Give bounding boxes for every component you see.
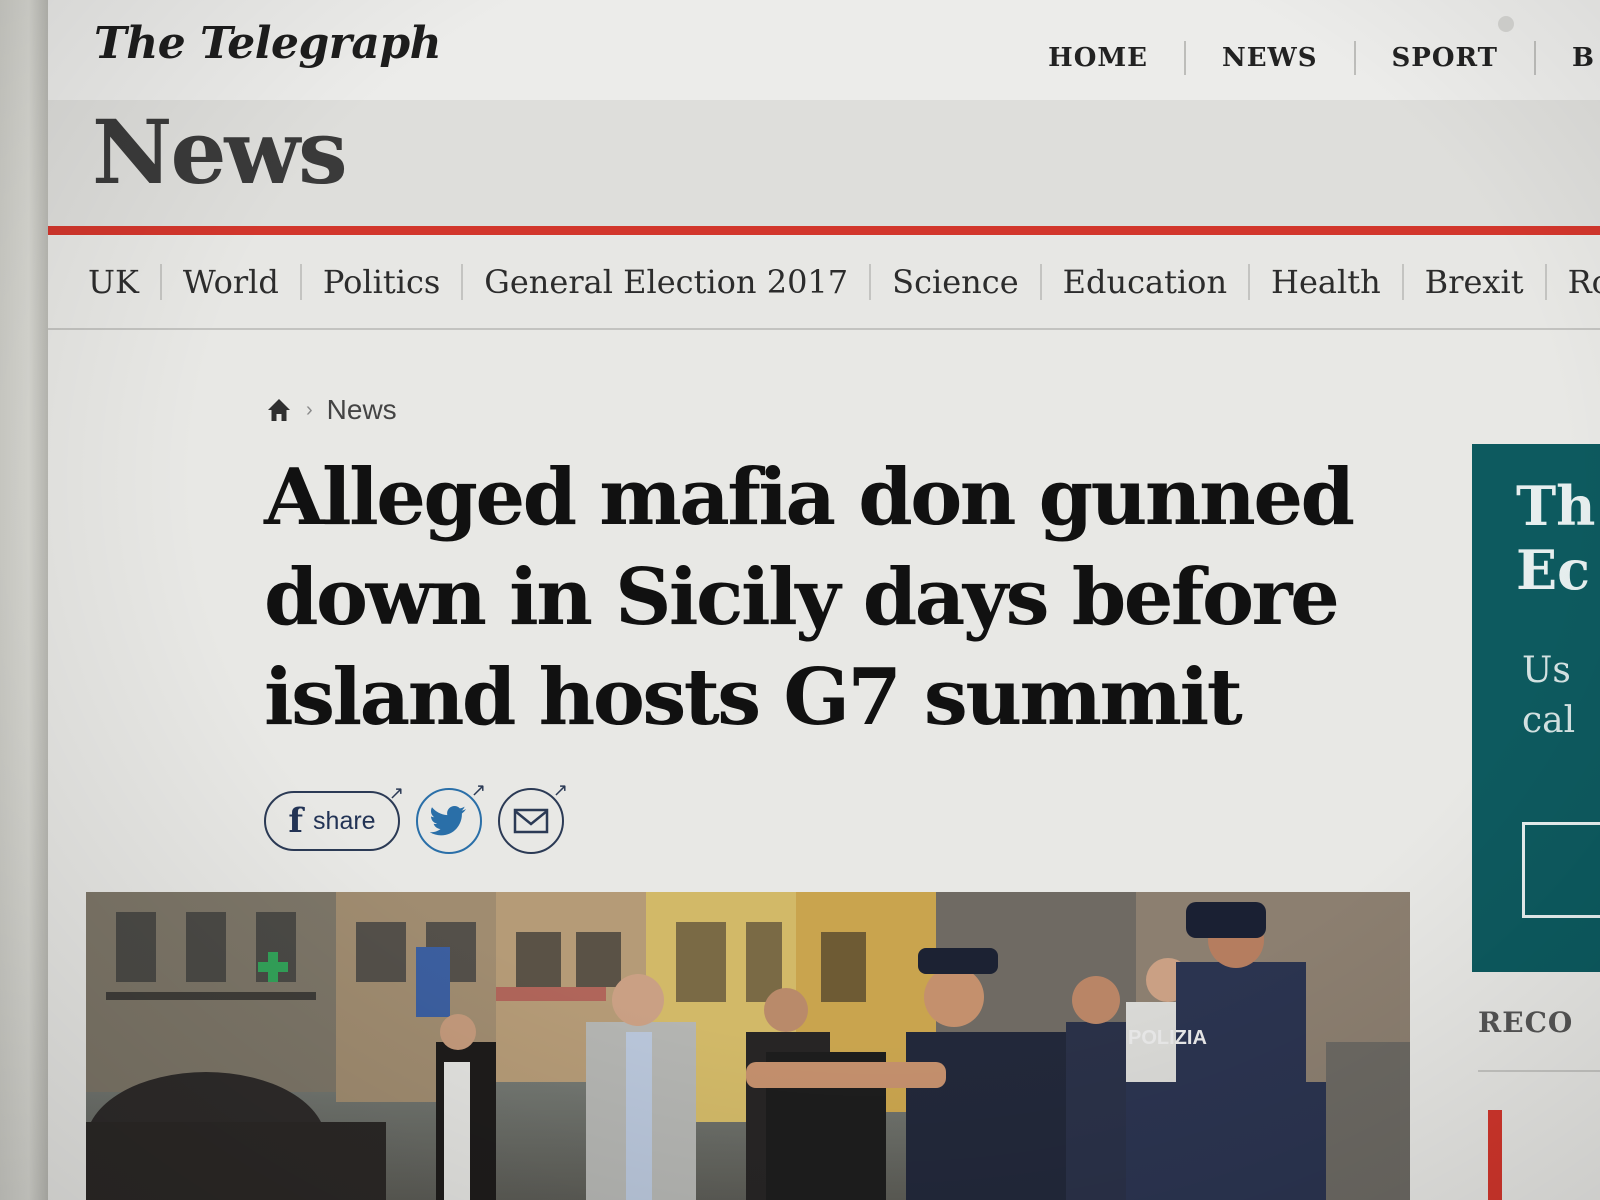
subnav-item-health[interactable]: Health <box>1250 264 1404 300</box>
external-link-icon: ↗ <box>552 780 568 800</box>
external-link-icon: ↗ <box>388 783 404 803</box>
nav-business[interactable]: B <box>1536 41 1600 75</box>
section-title[interactable]: News <box>92 100 348 204</box>
promo-text: Us cal <box>1522 646 1575 746</box>
promo-panel: Th Ec Us cal <box>1472 444 1600 972</box>
promo-title-line-1: Th <box>1516 474 1596 538</box>
monitor-bezel <box>0 0 48 1200</box>
subnav-item-uk[interactable]: UK <box>88 264 162 300</box>
masthead: The Telegraph HOME NEWS SPORT B <box>48 0 1600 100</box>
twitter-icon <box>430 806 466 836</box>
home-icon[interactable] <box>266 397 292 423</box>
facebook-share-button[interactable]: f share ↗ <box>264 783 404 851</box>
subnav-item-brexit[interactable]: Brexit <box>1404 264 1547 300</box>
breadcrumb-news-link[interactable]: News <box>327 394 397 426</box>
share-buttons: f share ↗ ↗ ↗ <box>264 780 568 854</box>
nav-home[interactable]: HOME <box>1012 41 1186 75</box>
section-subnav: UK World Politics General Election 2017 … <box>48 236 1600 330</box>
subnav-item-general-election-2017[interactable]: General Election 2017 <box>463 264 872 300</box>
promo-text-line-1: Us <box>1522 650 1571 691</box>
browser-viewport: The Telegraph HOME NEWS SPORT B News UK … <box>48 0 1600 1200</box>
email-share-button[interactable]: ↗ <box>498 780 568 854</box>
telegraph-logo[interactable]: The Telegraph <box>94 18 442 69</box>
facebook-share-label: share <box>313 806 376 835</box>
promo-title-line-2: Ec <box>1516 538 1591 602</box>
nav-news[interactable]: NEWS <box>1186 41 1356 75</box>
subnav-item-education[interactable]: Education <box>1042 264 1251 300</box>
subnav-item-science[interactable]: Science <box>871 264 1042 300</box>
breadcrumb: › News <box>266 394 397 426</box>
twitter-share-button[interactable]: ↗ <box>416 780 486 854</box>
facebook-icon: f <box>288 801 304 841</box>
section-header: News <box>48 100 1600 230</box>
subnav-item-world[interactable]: World <box>162 264 302 300</box>
article-headline: Alleged mafia don gunned down in Sicily … <box>264 452 1355 743</box>
polizia-text: POLIZIA <box>1128 1027 1207 1049</box>
section-divider <box>48 226 1600 235</box>
breadcrumb-separator: › <box>306 398 313 421</box>
subnav-item-royals[interactable]: Roy <box>1547 264 1600 300</box>
top-navigation: HOME NEWS SPORT B <box>1012 40 1600 76</box>
promo-title: Th Ec <box>1516 474 1595 602</box>
promo-text-line-2: cal <box>1522 700 1576 741</box>
recommended-heading: RECO <box>1478 1006 1574 1039</box>
nav-sport[interactable]: SPORT <box>1356 41 1536 75</box>
envelope-icon <box>513 808 549 834</box>
subnav-list: UK World Politics General Election 2017 … <box>88 264 1600 300</box>
recommended-accent <box>1488 1110 1502 1200</box>
promo-cta-button[interactable] <box>1522 822 1600 918</box>
article-area: › News Alleged mafia don gunned down in … <box>48 330 1600 1200</box>
external-link-icon: ↗ <box>470 780 486 800</box>
recommended-divider <box>1478 1070 1600 1072</box>
article-lead-photo[interactable]: POLIZIA <box>86 892 1410 1200</box>
subnav-item-politics[interactable]: Politics <box>302 264 464 300</box>
settings-icon[interactable] <box>1498 16 1514 32</box>
